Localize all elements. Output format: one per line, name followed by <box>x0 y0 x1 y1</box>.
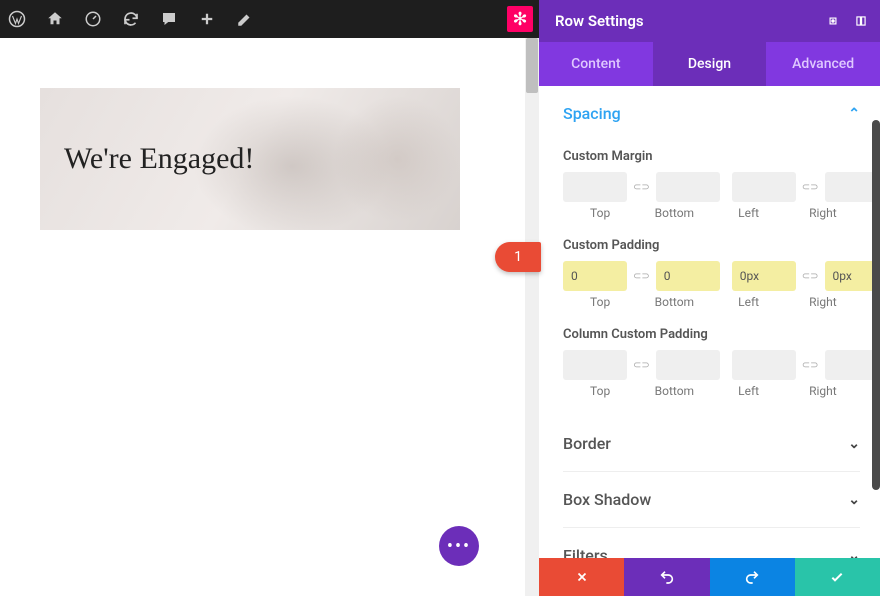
link-icon[interactable]: ⊂⊃ <box>633 360 650 371</box>
tab-content[interactable]: Content <box>539 42 653 86</box>
panel-header: Row Settings <box>539 0 880 42</box>
section-border[interactable]: Border ⌄ <box>563 416 860 472</box>
lbl-right: Right <box>786 206 860 220</box>
home-icon[interactable] <box>46 10 64 28</box>
margin-bottom-input[interactable] <box>656 172 720 202</box>
panel-tabs: Content Design Advanced <box>539 42 880 86</box>
panel-scrollbar[interactable] <box>872 86 880 516</box>
lbl-left: Left <box>712 295 786 309</box>
chevron-up-icon: ⌃ <box>848 106 860 122</box>
lbl-top: Top <box>563 295 637 309</box>
page-canvas: We're Engaged! ••• <box>0 38 539 596</box>
lbl-bottom: Bottom <box>637 295 711 309</box>
lbl-left: Left <box>712 206 786 220</box>
floating-menu-button[interactable]: ••• <box>439 526 479 566</box>
expand-icon[interactable] <box>826 14 840 28</box>
section-filters[interactable]: Filters ⌄ <box>563 528 860 558</box>
chevron-down-icon: ⌄ <box>848 492 860 508</box>
lbl-right: Right <box>786 384 860 398</box>
dashboard-icon[interactable] <box>84 10 102 28</box>
lbl-top: Top <box>563 384 637 398</box>
panel-title: Row Settings <box>555 12 644 30</box>
lbl-top: Top <box>563 206 637 220</box>
link-icon[interactable]: ⊂⊃ <box>802 182 819 193</box>
hero-headline: We're Engaged! <box>64 142 254 176</box>
preview-scrollbar[interactable] <box>525 38 539 596</box>
chevron-down-icon: ⌄ <box>848 436 860 452</box>
divi-badge-icon[interactable]: ✻ <box>507 6 533 32</box>
snap-icon[interactable] <box>854 14 868 28</box>
hero-module[interactable]: We're Engaged! <box>40 88 460 230</box>
column-padding-inputs: ⊂⊃ ⊂⊃ <box>563 350 860 380</box>
annotation-pin: 1 <box>495 242 541 272</box>
lbl-left: Left <box>712 384 786 398</box>
padding-top-input[interactable] <box>563 261 627 291</box>
custom-margin-inputs: ⊂⊃ ⊂⊃ <box>563 172 860 202</box>
refresh-icon[interactable] <box>122 10 140 28</box>
column-padding-label: Column Custom Padding <box>563 327 860 342</box>
panel-footer <box>539 558 880 596</box>
padding-bottom-input[interactable] <box>656 261 720 291</box>
margin-top-input[interactable] <box>563 172 627 202</box>
redo-button[interactable] <box>710 558 795 596</box>
col-padding-top-input[interactable] <box>563 350 627 380</box>
confirm-button[interactable] <box>795 558 880 596</box>
padding-left-input[interactable] <box>732 261 796 291</box>
tab-advanced[interactable]: Advanced <box>766 42 880 86</box>
comment-icon[interactable] <box>160 10 178 28</box>
section-spacing[interactable]: Spacing ⌃ <box>563 86 860 141</box>
margin-left-input[interactable] <box>732 172 796 202</box>
annotation-callout: 1 <box>495 242 541 272</box>
preview-pane: ✻ We're Engaged! ••• <box>0 0 539 596</box>
col-padding-bottom-input[interactable] <box>656 350 720 380</box>
chevron-down-icon: ⌄ <box>848 548 860 559</box>
section-spacing-title: Spacing <box>563 104 621 123</box>
section-box-shadow[interactable]: Box Shadow ⌄ <box>563 472 860 528</box>
tab-design[interactable]: Design <box>653 42 767 86</box>
link-icon[interactable]: ⊂⊃ <box>633 271 650 282</box>
custom-margin-label: Custom Margin <box>563 149 860 164</box>
col-padding-left-input[interactable] <box>732 350 796 380</box>
undo-button[interactable] <box>624 558 709 596</box>
link-icon[interactable]: ⊂⊃ <box>802 360 819 371</box>
plus-icon[interactable] <box>198 10 216 28</box>
wordpress-icon[interactable] <box>8 10 26 28</box>
lbl-right: Right <box>786 295 860 309</box>
cancel-button[interactable] <box>539 558 624 596</box>
custom-padding-label: Custom Padding <box>563 238 860 253</box>
edit-icon[interactable] <box>236 10 254 28</box>
lbl-bottom: Bottom <box>637 206 711 220</box>
link-icon[interactable]: ⊂⊃ <box>633 182 650 193</box>
link-icon[interactable]: ⊂⊃ <box>802 271 819 282</box>
lbl-bottom: Bottom <box>637 384 711 398</box>
settings-panel: Row Settings Content Design Advanced Spa… <box>539 0 880 596</box>
custom-padding-inputs: ⊂⊃ ⊂⊃ <box>563 261 860 291</box>
wp-admin-bar: ✻ <box>0 0 539 38</box>
